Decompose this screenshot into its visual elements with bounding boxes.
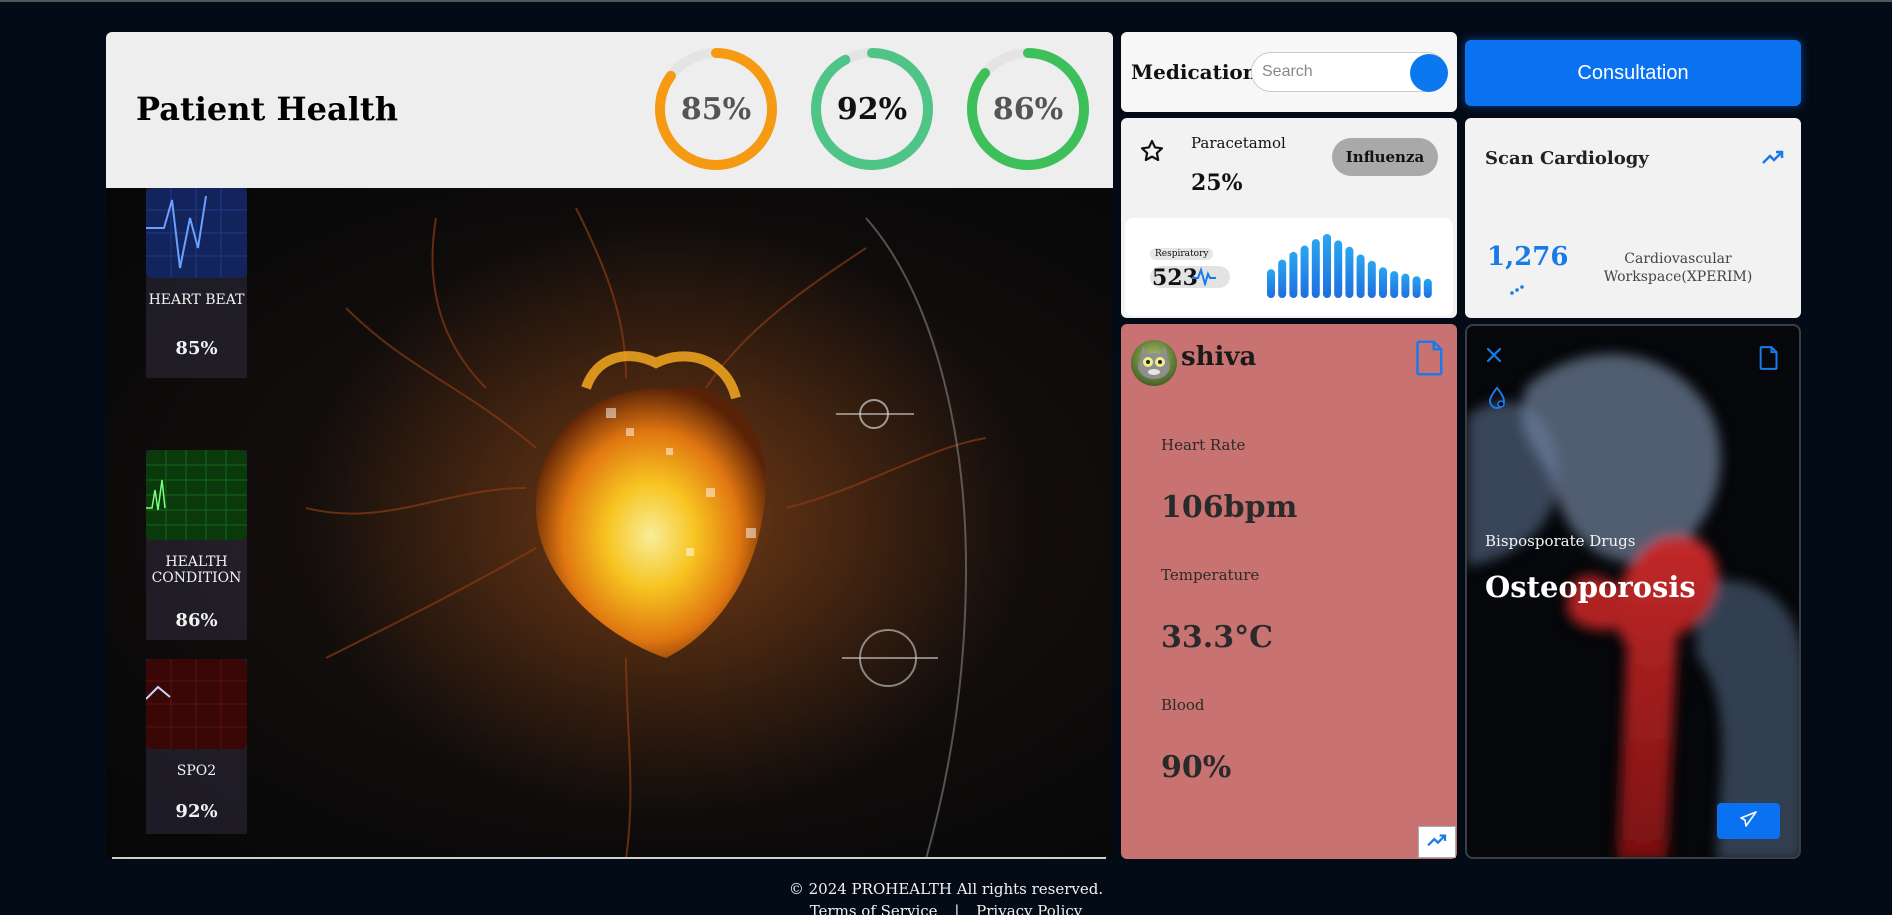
trending-up-icon[interactable]	[1761, 148, 1785, 170]
temperature-value: 33.3°C	[1161, 620, 1273, 655]
ring-value: 86%	[992, 91, 1064, 127]
scatter-icon	[1509, 281, 1525, 300]
ring-value: 92%	[836, 91, 908, 127]
vital-heart-beat[interactable]: HEART BEAT 85%	[146, 188, 247, 378]
footer-separator: |	[954, 902, 960, 915]
temperature-label: Temperature	[1161, 566, 1260, 584]
respiratory-panel: Respiratory 523	[1125, 218, 1453, 316]
vital-name: HEART BEAT	[148, 292, 245, 308]
top-divider	[0, 0, 1892, 2]
respiratory-bar	[1379, 267, 1387, 298]
heart-rate-value: 106bpm	[1161, 490, 1298, 525]
heart-rate-label: Heart Rate	[1161, 436, 1246, 454]
influenza-tag-button[interactable]: Influenza	[1332, 138, 1438, 176]
consultation-button[interactable]: Consultation	[1465, 40, 1801, 106]
blood-label: Blood	[1161, 696, 1205, 714]
trend-button[interactable]	[1418, 826, 1456, 858]
vital-value: 92%	[175, 801, 218, 822]
drug-card: Paracetamol 25% Influenza Respiratory 52…	[1121, 118, 1457, 318]
respiratory-bar	[1278, 259, 1287, 298]
condition-subtitle: Bisposporate Drugs	[1485, 532, 1636, 550]
pulse-icon	[1192, 266, 1216, 290]
heart-visualization: HEART BEAT 85% HEALTH CONDITION 86% SPO2…	[106, 188, 1113, 859]
drug-percent: 25%	[1191, 170, 1243, 196]
respiratory-bar	[1367, 260, 1376, 298]
condition-title: Osteoporosis	[1485, 570, 1696, 604]
progress-ring-1: 85%	[653, 46, 779, 172]
medication-title: Medication	[1131, 60, 1258, 84]
respiratory-bar	[1311, 239, 1320, 298]
send-button[interactable]	[1717, 803, 1780, 839]
patient-health-header: Patient Health 85% 92% 86%	[106, 32, 1113, 188]
vital-name: SPO2	[176, 763, 217, 779]
search-box	[1251, 52, 1448, 92]
document-icon[interactable]	[1415, 340, 1445, 380]
medication-card: Medication	[1121, 32, 1457, 112]
respiratory-bar	[1323, 234, 1331, 298]
avatar[interactable]	[1131, 340, 1177, 386]
progress-ring-2: 92%	[809, 46, 935, 172]
condition-card: Bisposporate Drugs Osteoporosis	[1465, 324, 1801, 859]
search-input[interactable]	[1262, 61, 1392, 83]
respiratory-bar	[1390, 271, 1399, 298]
blood-value: 90%	[1161, 750, 1232, 785]
document-icon[interactable]	[1759, 346, 1779, 374]
ring-value: 85%	[680, 91, 752, 127]
privacy-link[interactable]: Privacy Policy	[976, 902, 1082, 915]
respiratory-bar	[1401, 273, 1410, 298]
vital-value: 85%	[175, 338, 218, 359]
drug-name: Paracetamol	[1191, 134, 1286, 152]
send-icon	[1739, 810, 1758, 832]
footer-links: Terms of Service | Privacy Policy	[0, 902, 1892, 915]
patient-card: shiva Heart Rate 106bpm Temperature 33.3…	[1121, 324, 1457, 859]
scan-cardiology-card[interactable]: Scan Cardiology 1,276 Cardiovascular Wor…	[1465, 118, 1801, 318]
vital-health-condition[interactable]: HEALTH CONDITION 86%	[146, 450, 247, 640]
respiratory-bar	[1267, 269, 1275, 298]
star-icon[interactable]	[1139, 138, 1165, 168]
respiratory-bar	[1334, 240, 1343, 298]
drop-icon[interactable]	[1487, 386, 1507, 414]
vital-spo2[interactable]: SPO2 92%	[146, 659, 247, 834]
scan-description: Cardiovascular Workspace(XPERIM)	[1603, 251, 1753, 285]
respiratory-bar-chart	[1267, 234, 1432, 298]
patient-health-panel: Patient Health 85% 92% 86% HEART BEAT 85…	[106, 32, 1113, 859]
vital-name: HEALTH CONDITION	[151, 554, 242, 586]
close-icon[interactable]	[1485, 346, 1503, 368]
respiratory-bar	[1423, 278, 1432, 298]
spo2-thumbnail	[146, 659, 247, 749]
respiratory-bar	[1300, 245, 1309, 298]
patient-name: shiva	[1181, 342, 1257, 372]
scan-count: 1,276	[1487, 242, 1569, 272]
footer-copyright: © 2024 PROHEALTH All rights reserved.	[788, 880, 1104, 898]
respiratory-bar	[1289, 251, 1298, 298]
progress-ring-3: 86%	[965, 46, 1091, 172]
terms-link[interactable]: Terms of Service	[810, 902, 938, 915]
trending-up-icon	[1426, 832, 1448, 852]
page-title: Patient Health	[136, 90, 398, 128]
heart-beat-thumbnail	[146, 188, 247, 278]
respiratory-label: Respiratory	[1150, 248, 1214, 260]
scene-divider	[112, 857, 1106, 859]
respiratory-bar	[1356, 254, 1365, 298]
vital-value: 86%	[175, 610, 218, 631]
heart-illustration	[305, 207, 1026, 859]
scan-title: Scan Cardiology	[1485, 148, 1649, 169]
respiratory-bar	[1345, 246, 1354, 298]
respiratory-bar	[1412, 276, 1421, 298]
health-condition-thumbnail	[146, 450, 247, 540]
search-button[interactable]	[1410, 54, 1448, 92]
